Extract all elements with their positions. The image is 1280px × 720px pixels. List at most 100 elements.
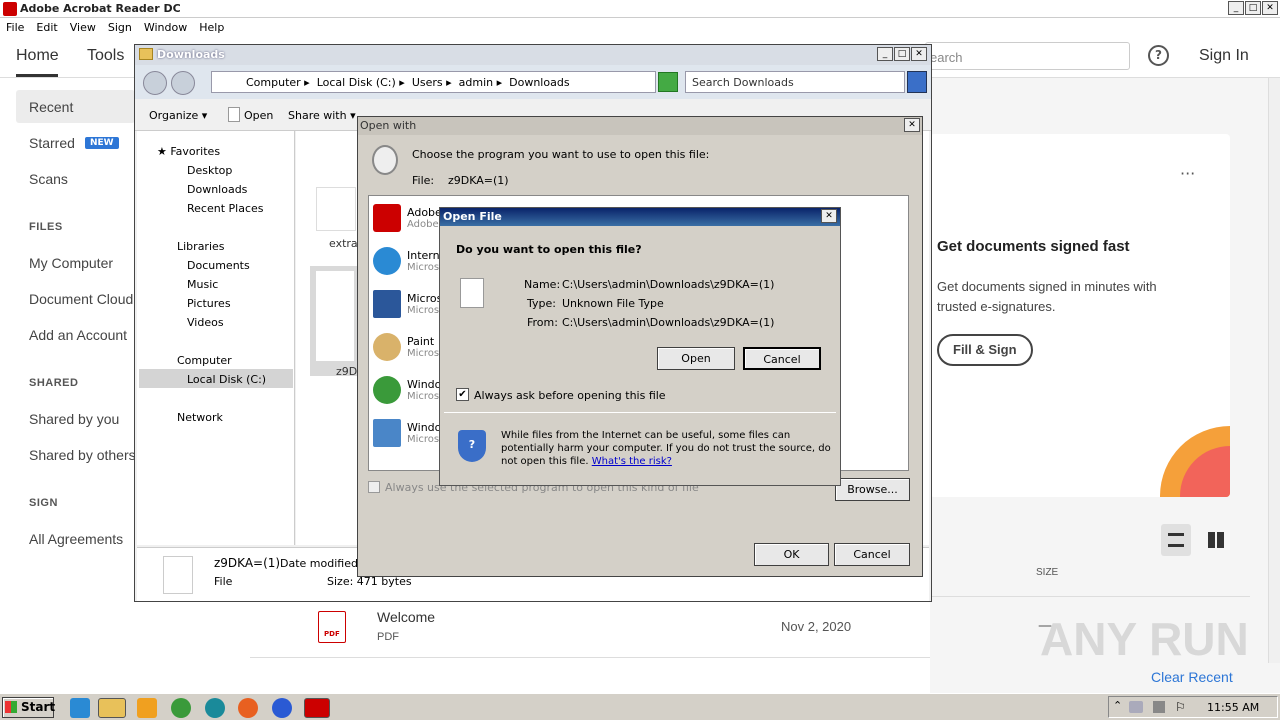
magnifier-icon	[372, 145, 398, 175]
clear-recent-link[interactable]: Clear Recent	[1151, 669, 1233, 685]
menu-file[interactable]: File	[0, 18, 30, 34]
organize-button[interactable]: Organize ▾	[149, 109, 207, 122]
help-taskbar-icon[interactable]	[272, 698, 292, 718]
fill-sign-button[interactable]: Fill & Sign	[937, 334, 1033, 366]
selected-file-icon	[316, 271, 354, 361]
media-taskbar-icon[interactable]	[137, 698, 157, 718]
chrome-taskbar-icon[interactable]	[171, 698, 191, 718]
crumb-admin[interactable]: admin	[459, 76, 493, 89]
ie-taskbar-icon[interactable]	[70, 698, 90, 718]
always-use-checkbox[interactable]	[368, 481, 380, 493]
nav-recent-places[interactable]: Recent Places	[187, 202, 264, 215]
sign-in-link[interactable]: Sign In	[1199, 47, 1249, 65]
explorer-taskbar-icon[interactable]	[98, 698, 126, 718]
firefox-taskbar-icon[interactable]	[238, 698, 258, 718]
nav-favorites[interactable]: ★ Favorites	[157, 145, 220, 158]
network-tray-icon[interactable]	[1129, 701, 1143, 713]
program-desc: Micros	[407, 262, 440, 273]
nav-documents[interactable]: Documents	[187, 259, 250, 272]
file-row[interactable]: PDF Welcome PDF Nov 2, 2020	[250, 603, 930, 658]
list-view-button[interactable]	[1161, 524, 1191, 556]
taskbar: Start ⌃ ⚐ 11:55 AM	[0, 693, 1280, 720]
sidebar-item-shared-by-you[interactable]: Shared by you	[29, 411, 119, 427]
crumb-users[interactable]: Users	[412, 76, 443, 89]
menu-edit[interactable]: Edit	[30, 18, 63, 34]
file-label: extra	[329, 237, 358, 250]
search-input[interactable]: Search Downloads	[685, 71, 905, 93]
tab-home[interactable]: Home	[16, 47, 59, 65]
flag-tray-icon[interactable]: ⚐	[1175, 700, 1186, 714]
help-icon[interactable]: ?	[1148, 45, 1169, 66]
always-ask-label: Always ask before opening this file	[474, 389, 666, 402]
crumb-computer[interactable]: Computer	[246, 76, 301, 89]
cancel-button[interactable]: Cancel	[743, 347, 821, 370]
acrobat-taskbar-icon[interactable]	[304, 698, 330, 718]
search-icon[interactable]	[907, 71, 927, 93]
acrobat-logo-icon	[3, 2, 17, 16]
sidebar-item-starred[interactable]: Starred	[29, 135, 75, 151]
volume-tray-icon[interactable]	[1153, 701, 1165, 713]
open-with-close-button[interactable]: ✕	[904, 118, 920, 132]
sidebar-item-document-cloud[interactable]: Document Cloud	[29, 291, 133, 307]
open-file-close-button[interactable]: ✕	[821, 209, 837, 223]
risk-link[interactable]: What's the risk?	[592, 456, 672, 467]
open-file-dialog: Open File ✕ Do you want to open this fil…	[439, 207, 841, 486]
menu-view[interactable]: View	[64, 18, 102, 34]
sidebar-item-scans[interactable]: Scans	[29, 171, 68, 187]
open-button[interactable]: Open	[657, 347, 735, 370]
close-button[interactable]: ✕	[1262, 1, 1278, 15]
crumb-local-disk[interactable]: Local Disk (C:)	[317, 76, 396, 89]
more-icon[interactable]: ···	[1180, 164, 1195, 183]
share-with-button[interactable]: Share with ▾	[288, 109, 356, 122]
search-input[interactable]: earch	[925, 42, 1130, 70]
explorer-maximize-button[interactable]: □	[894, 47, 910, 61]
sidebar-item-shared-by-others[interactable]: Shared by others	[29, 447, 136, 463]
word-icon	[373, 290, 401, 318]
minimize-button[interactable]: _	[1228, 1, 1244, 15]
menu-help[interactable]: Help	[193, 18, 230, 34]
nav-computer[interactable]: Computer	[177, 354, 232, 367]
nav-desktop[interactable]: Desktop	[187, 164, 232, 177]
size-column-header: SIZE	[1036, 567, 1059, 578]
tray-expand-icon[interactable]: ⌃	[1113, 699, 1122, 712]
details-file-type: File	[214, 575, 233, 588]
nav-network[interactable]: Network	[177, 411, 223, 424]
refresh-icon[interactable]	[658, 72, 678, 92]
always-ask-checkbox[interactable]: ✔	[456, 388, 469, 401]
sidebar-item-recent[interactable]: Recent	[29, 99, 73, 115]
menu-sign[interactable]: Sign	[102, 18, 138, 34]
back-button[interactable]	[143, 71, 167, 95]
explorer-close-button[interactable]: ✕	[911, 47, 927, 61]
nav-downloads[interactable]: Downloads	[187, 183, 247, 196]
browse-button[interactable]: Browse...	[835, 478, 910, 501]
crumb-downloads[interactable]: Downloads	[509, 76, 569, 89]
sidebar-item-my-computer[interactable]: My Computer	[29, 255, 113, 271]
explorer-minimize-button[interactable]: _	[877, 47, 893, 61]
file-icon[interactable]	[316, 187, 356, 231]
menu-window[interactable]: Window	[138, 18, 193, 34]
nav-videos[interactable]: Videos	[187, 316, 224, 329]
clock[interactable]: 11:55 AM	[1207, 701, 1259, 714]
edge-taskbar-icon[interactable]	[205, 698, 225, 718]
nav-pictures[interactable]: Pictures	[187, 297, 231, 310]
nav-music[interactable]: Music	[187, 278, 218, 291]
cancel-button[interactable]: Cancel	[834, 543, 910, 566]
open-file-title: Open File	[443, 210, 502, 223]
sidebar-item-all-agreements[interactable]: All Agreements	[29, 531, 123, 547]
pdf-icon-text: PDF	[324, 630, 340, 638]
sidebar-item-add-account[interactable]: Add an Account	[29, 327, 127, 343]
details-date-label: Date modified:	[280, 557, 362, 570]
ok-button[interactable]: OK	[754, 543, 829, 566]
nav-local-disk[interactable]: Local Disk (C:)	[187, 373, 266, 386]
breadcrumb[interactable]: Computer ▸ Local Disk (C:) ▸ Users ▸ adm…	[211, 71, 656, 93]
from-label: From:	[527, 316, 558, 329]
forward-button[interactable]	[171, 71, 195, 95]
maximize-button[interactable]: □	[1245, 1, 1261, 15]
tab-tools[interactable]: Tools	[87, 47, 124, 65]
nav-libraries[interactable]: Libraries	[177, 240, 225, 253]
question: Do you want to open this file?	[456, 243, 642, 256]
grid-view-icon[interactable]	[1208, 532, 1224, 548]
open-button[interactable]: Open	[244, 109, 273, 122]
scrollbar[interactable]	[1268, 78, 1280, 663]
open-with-titlebar: Open with ✕	[358, 117, 922, 135]
